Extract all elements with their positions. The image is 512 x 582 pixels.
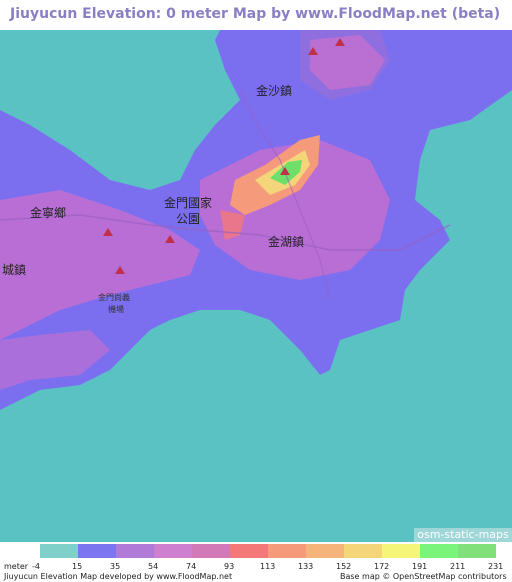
legend-tick: 74 (186, 562, 197, 571)
place-jinsha: 金沙鎮 (256, 84, 293, 98)
legend-tick: 191 (412, 562, 428, 571)
legend-tick: 152 (336, 562, 352, 571)
place-airport-line1: 金門尚義 (98, 293, 130, 302)
map-canvas (0, 30, 512, 542)
legend-swatch-11 (420, 544, 458, 558)
legend-tick: 211 (450, 562, 466, 571)
legend-swatch-4 (154, 544, 192, 558)
legend-tick: 93 (224, 562, 235, 571)
credit-right: Base map © OpenStreetMap contributors (340, 572, 507, 581)
legend-tick: 231 (488, 562, 504, 571)
legend-swatch-6 (230, 544, 268, 558)
legend-swatch-9 (344, 544, 382, 558)
place-park-line2: 公園 (176, 212, 201, 226)
legend-tick: 133 (298, 562, 314, 571)
legend-swatch-7 (268, 544, 306, 558)
osm-attribution-badge: osm-static-maps (414, 528, 512, 542)
legend-swatch-1 (40, 544, 78, 558)
legend-swatch-8 (306, 544, 344, 558)
place-jincheng: 城鎮 (2, 263, 27, 277)
place-airport-line2: 機場 (108, 305, 124, 314)
place-jinhu: 金湖鎮 (268, 235, 305, 249)
legend-swatch-12 (458, 544, 496, 558)
legend-tick: 15 (72, 562, 83, 571)
legend-tick: 35 (110, 562, 121, 571)
legend-swatch-10 (382, 544, 420, 558)
credit-left: Jiuyucun Elevation Map developed by www.… (4, 572, 233, 581)
legend-unit: meter (4, 562, 29, 571)
title-bar: Jiuyucun Elevation: 0 meter Map by www.F… (0, 0, 512, 30)
place-park-line1: 金門國家 (164, 196, 213, 210)
elevation-legend: meter -4 15 35 54 74 93 113 133 152 172 … (0, 542, 512, 582)
legend-swatch-3 (116, 544, 154, 558)
legend-tick: 113 (260, 562, 276, 571)
map-title: Jiuyucun Elevation: 0 meter Map by www.F… (10, 6, 501, 22)
legend-tick: 172 (374, 562, 390, 571)
legend-tick: -4 (32, 562, 40, 571)
place-jinning: 金寧鄉 (30, 206, 67, 220)
legend-swatch-5 (192, 544, 230, 558)
legend-swatch-2 (78, 544, 116, 558)
elevation-map[interactable]: 金沙鎮 金寧鄉 金門國家 公園 金湖鎮 城鎮 金門尚義 機場 (0, 30, 512, 542)
legend-tick: 54 (148, 562, 159, 571)
